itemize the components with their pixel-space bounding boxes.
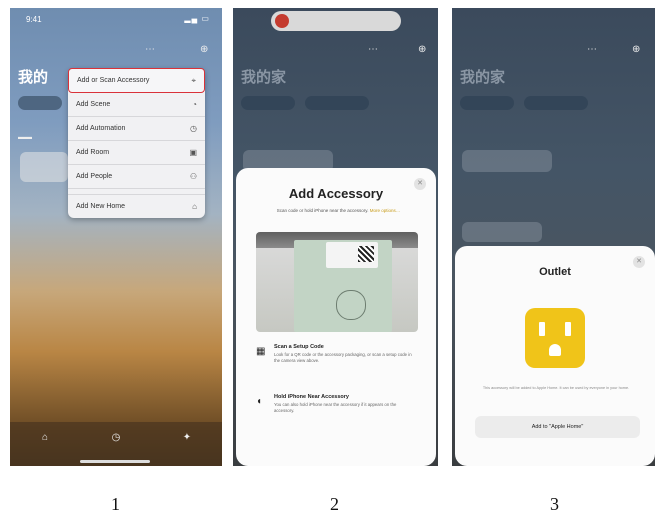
category-chip[interactable] xyxy=(460,96,514,110)
option-body: Look for a QR code or the accessory pack… xyxy=(274,352,412,363)
outlet-icon xyxy=(525,308,585,368)
add-to-home-button[interactable]: Add to "Apple Home" xyxy=(475,416,640,438)
tab-home[interactable]: ⌂ xyxy=(30,432,60,443)
caption-3: 3 xyxy=(550,494,559,514)
accessory-tile[interactable] xyxy=(20,152,68,182)
category-chip[interactable] xyxy=(241,96,295,110)
tab-automation[interactable]: ◷ xyxy=(101,432,131,443)
more-options-link[interactable]: More options… xyxy=(370,208,401,213)
star-icon: ✦ xyxy=(182,432,192,443)
category-chip[interactable] xyxy=(524,96,588,110)
home-indicator xyxy=(80,460,150,463)
menu-item-add-new-home[interactable]: Add New Home ⌂ xyxy=(68,194,205,218)
option-title: Hold iPhone Near Accessory xyxy=(274,394,349,400)
add-icon[interactable]: ⊕ xyxy=(632,44,640,55)
caption-1: 1 xyxy=(111,494,120,514)
more-icon[interactable]: ⋯ xyxy=(145,44,155,55)
app-avatar-icon xyxy=(275,14,289,28)
people-icon: ⚇ xyxy=(189,172,197,181)
room-icon: ▣ xyxy=(189,148,197,157)
menu-item-add-scene[interactable]: Add Scene ◔ xyxy=(68,93,205,117)
home-title: 我的家 xyxy=(241,69,287,86)
add-menu: Add or Scan Accessory ⌖ Add Scene ◔ Add … xyxy=(68,68,205,218)
sheet-title: Outlet xyxy=(539,266,571,278)
screenshot-1: 9:41 ▂▄ ▭ ⋯ ⊕ 我的 ▬▬ Add or Scan Accessor… xyxy=(10,8,222,466)
camera-viewfinder xyxy=(256,232,418,332)
add-accessory-sheet: ✕ Add Accessory Scan code or hold iPhone… xyxy=(236,168,436,466)
sheet-subtitle: Scan code or hold iPhone near the access… xyxy=(276,208,401,213)
menu-item-label: Add or Scan Accessory xyxy=(77,77,150,84)
menu-item-add-room[interactable]: Add Room ▣ xyxy=(68,141,205,165)
category-chip[interactable] xyxy=(305,96,369,110)
home-title: 我的家 xyxy=(460,69,506,86)
menu-item-label: Add New Home xyxy=(76,203,126,210)
live-activity-pill xyxy=(271,11,401,31)
category-chip[interactable] xyxy=(18,96,62,110)
add-icon[interactable]: ⊕ xyxy=(418,44,426,55)
home-title: 我的 xyxy=(18,69,49,86)
outlet-sheet: ✕ Outlet This accessory will be added to… xyxy=(455,246,655,466)
menu-item-add-accessory[interactable]: Add or Scan Accessory ⌖ xyxy=(68,68,205,93)
qr-code-icon xyxy=(358,246,374,262)
scan-icon: ⌖ xyxy=(191,76,196,85)
clock-icon: ◷ xyxy=(111,432,121,443)
screenshot-3: ⋯ ⊕ 我的家 ✕ Outlet This accessory will be … xyxy=(452,8,655,466)
menu-item-label: Add Room xyxy=(76,149,110,156)
sheet-title: Add Accessory xyxy=(288,186,384,201)
accessory-tile[interactable] xyxy=(462,150,552,172)
option-body: You can also hold iPhone near the access… xyxy=(274,402,397,413)
qr-code-icon: ▦ xyxy=(256,346,266,357)
nfc-icon: ◖ xyxy=(256,396,263,407)
menu-item-add-automation[interactable]: Add Automation ◷ xyxy=(68,117,205,141)
scene-icon: ◔ xyxy=(192,100,197,109)
tab-discover[interactable]: ✦ xyxy=(172,432,202,443)
home-icon: ⌂ xyxy=(192,202,197,211)
more-icon[interactable]: ⋯ xyxy=(368,44,378,55)
more-icon[interactable]: ⋯ xyxy=(587,44,597,55)
house-icon: ⌂ xyxy=(41,432,49,443)
fine-print: This accessory will be added to Apple Ho… xyxy=(482,386,630,390)
add-icon[interactable]: ⊕ xyxy=(200,44,208,55)
status-time: 9:41 xyxy=(26,15,42,24)
option-title: Scan a Setup Code xyxy=(274,344,324,350)
status-icons: ▂▄ ▭ xyxy=(184,14,210,23)
caption-2: 2 xyxy=(330,494,339,514)
menu-item-label: Add Scene xyxy=(76,101,111,108)
accessory-tile[interactable] xyxy=(462,222,542,242)
tab-bar: ⌂ ◷ ✦ xyxy=(10,422,222,466)
section-header: ▬▬ xyxy=(18,134,32,141)
automation-icon: ◷ xyxy=(190,124,197,133)
screenshot-2: ⋯ ⊕ 我的家 ✕ Add Accessory Scan code or hol… xyxy=(233,8,438,466)
device-button xyxy=(336,290,366,320)
menu-item-label: Add People xyxy=(76,173,113,180)
menu-item-add-people[interactable]: Add People ⚇ xyxy=(68,165,205,189)
menu-item-label: Add Automation xyxy=(76,125,126,132)
